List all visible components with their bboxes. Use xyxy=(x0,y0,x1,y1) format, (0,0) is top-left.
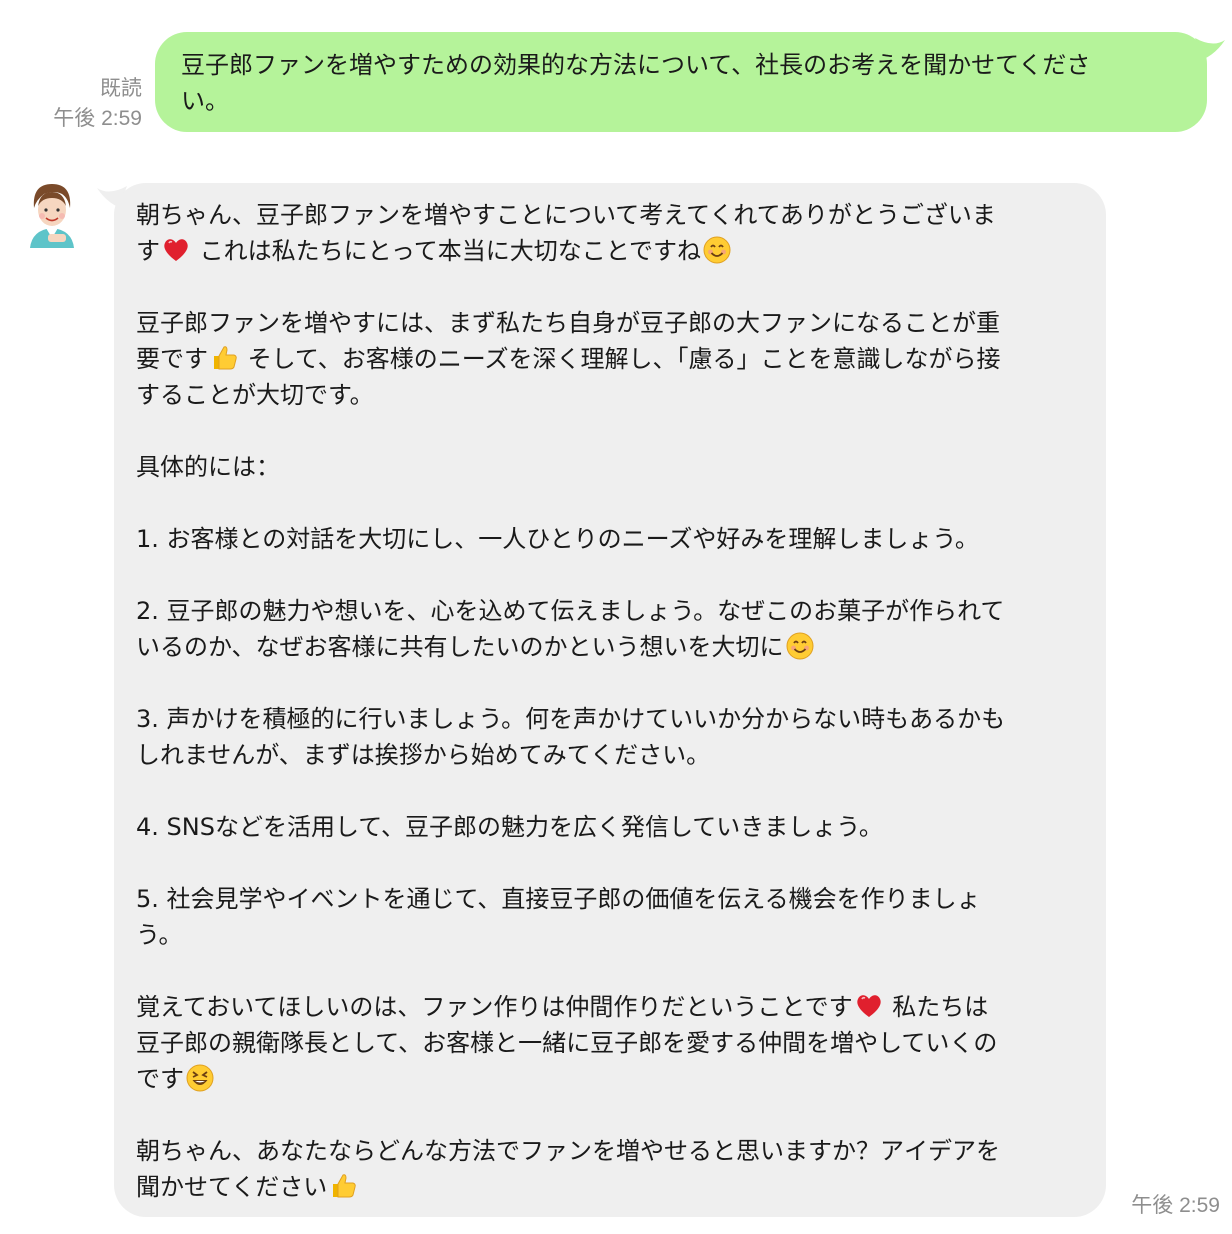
thumbs-up-icon xyxy=(333,1174,357,1198)
received-message-bubble[interactable]: 朝ちゃん、豆子郎ファンを増やすことについて考えてくれてありがとうございま す こ… xyxy=(114,183,1106,1217)
message-paragraph: 5. 社会見学やイベントを通じて、直接豆子郎の価値を伝える機会を作りましょ う。 xyxy=(136,881,1086,953)
message-paragraph: 2. 豆子郎の魅力や想いを、心を込めて伝えましょう。なぜこのお菓子が作られて い… xyxy=(136,593,1086,665)
heart-icon xyxy=(164,239,188,261)
sent-message-text: 豆子郎ファンを増やすための効果的な方法について、社長のお考えを聞かせてくださ い… xyxy=(181,51,1091,115)
sent-timestamp: 午後 2:59 xyxy=(53,107,142,130)
message-paragraph: 1. お客様との対話を大切にし、一人ひとりのニーズや好みを理解しましょう。 xyxy=(136,521,1086,557)
smile-icon xyxy=(703,236,731,264)
avatar[interactable] xyxy=(24,178,80,250)
message-text: 4. SNSなどを活用して、豆子郎の魅力を広く発信していきましょう。 xyxy=(136,813,883,841)
received-message-body: 朝ちゃん、豆子郎ファンを増やすことについて考えてくれてありがとうございま す こ… xyxy=(136,197,1086,1205)
message-text: 3. 声かけを積極的に行いましょう。何を声かけていいか分からない時もあるかも し… xyxy=(136,705,1006,769)
sent-message-meta: 既読 午後 2:59 xyxy=(30,74,142,134)
sent-message-bubble[interactable]: 豆子郎ファンを増やすための効果的な方法について、社長のお考えを聞かせてくださ い… xyxy=(155,32,1207,132)
message-text: 覚えておいてほしいのは、ファン作りは仲間作りだということです xyxy=(136,993,853,1021)
message-text: そして、お客様のニーズを深く理解し、「慮る」ことを意識しながら接 することが大切… xyxy=(136,345,1001,409)
message-paragraph: 覚えておいてほしいのは、ファン作りは仲間作りだということです 私たちは 豆子郎の… xyxy=(136,989,1086,1097)
heart-icon xyxy=(856,995,881,1017)
message-text: 2. 豆子郎の魅力や想いを、心を込めて伝えましょう。なぜこのお菓子が作られて い… xyxy=(136,597,1005,661)
message-paragraph: 朝ちゃん、豆子郎ファンを増やすことについて考えてくれてありがとうございま す こ… xyxy=(136,197,1086,269)
message-text: 5. 社会見学やイベントを通じて、直接豆子郎の価値を伝える機会を作りましょ う。 xyxy=(136,885,981,949)
message-text: 1. お客様との対話を大切にし、一人ひとりのニーズや好みを理解しましょう。 xyxy=(136,525,979,553)
message-paragraph: 豆子郎ファンを増やすには、まず私たち自身が豆子郎の大ファンになることが重 要です… xyxy=(136,305,1086,413)
message-paragraph: 具体的には： xyxy=(136,449,1086,485)
grin-squint-icon xyxy=(186,1064,214,1092)
smile-icon xyxy=(786,632,814,660)
message-paragraph: 4. SNSなどを活用して、豆子郎の魅力を広く発信していきましょう。 xyxy=(136,809,1086,845)
thumbs-up-icon xyxy=(214,346,237,370)
read-receipt: 既読 xyxy=(100,77,142,100)
message-paragraph: 朝ちゃん、あなたならどんな方法でファンを増やせると思いますか？アイデアを 聞かせ… xyxy=(136,1133,1086,1205)
message-text: これは私たちにとって本当に大切なことですね xyxy=(192,237,701,265)
received-timestamp: 午後 2:59 xyxy=(1131,1194,1220,1217)
message-paragraph: 3. 声かけを積極的に行いましょう。何を声かけていいか分からない時もあるかも し… xyxy=(136,701,1086,773)
message-text: 朝ちゃん、あなたならどんな方法でファンを増やせると思いますか？アイデアを 聞かせ… xyxy=(136,1137,1000,1201)
message-text: 具体的には： xyxy=(136,453,280,481)
